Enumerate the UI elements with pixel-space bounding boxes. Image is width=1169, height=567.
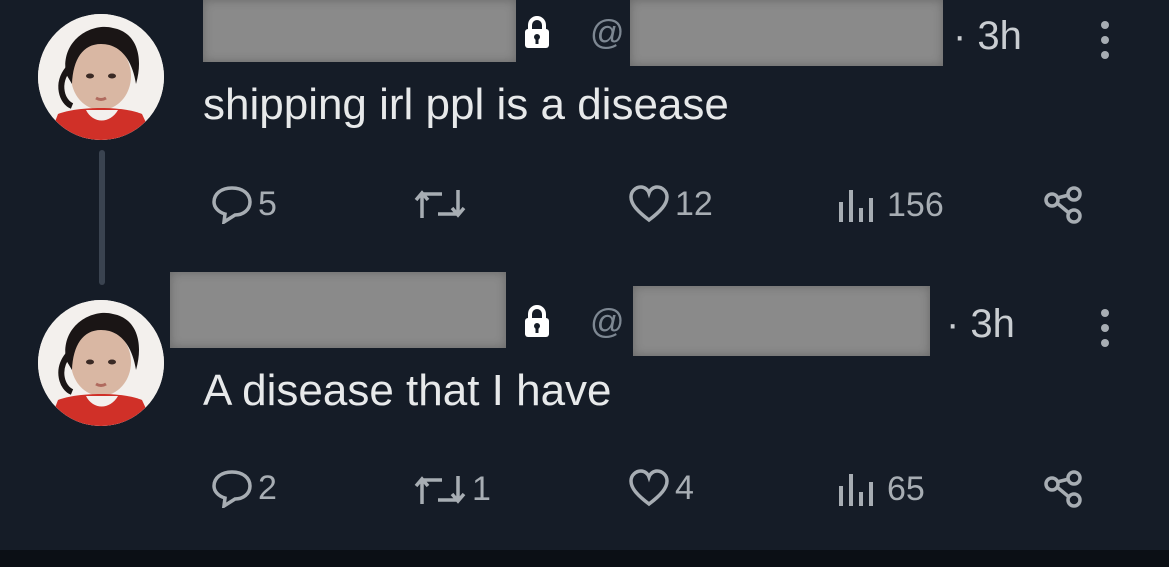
retweet-icon bbox=[414, 190, 466, 218]
retweet-icon bbox=[414, 475, 466, 504]
thread-line bbox=[99, 150, 105, 285]
tweet-1[interactable]: @ · 3h shipping irl ppl is a disease 5 1… bbox=[0, 0, 1169, 285]
views-count: 65 bbox=[887, 470, 925, 508]
avatar[interactable] bbox=[38, 14, 164, 140]
like-button[interactable]: 4 bbox=[627, 468, 694, 508]
handle-at: @ bbox=[590, 14, 625, 52]
tweet-text: shipping irl ppl is a disease bbox=[203, 80, 729, 129]
lock-icon bbox=[525, 305, 549, 337]
views-count: 156 bbox=[887, 186, 944, 224]
timestamp[interactable]: · 3h bbox=[946, 302, 1015, 347]
bottom-edge bbox=[0, 550, 1169, 567]
reply-button[interactable]: 2 bbox=[210, 468, 277, 508]
views-icon bbox=[839, 189, 873, 222]
like-icon bbox=[629, 185, 669, 223]
handle-at: @ bbox=[590, 303, 625, 341]
views-button[interactable]: 65 bbox=[835, 470, 925, 509]
reply-button[interactable]: 5 bbox=[210, 184, 277, 224]
more-icon[interactable] bbox=[1100, 308, 1110, 348]
timestamp[interactable]: · 3h bbox=[953, 14, 1022, 59]
redacted-handle bbox=[633, 286, 930, 356]
avatar[interactable] bbox=[38, 300, 164, 426]
reply-icon bbox=[212, 186, 252, 224]
like-count: 4 bbox=[675, 468, 694, 507]
share-icon[interactable] bbox=[1042, 470, 1086, 510]
redacted-display-name bbox=[203, 0, 516, 62]
views-button[interactable]: 156 bbox=[835, 186, 944, 225]
reply-icon bbox=[212, 470, 252, 508]
like-button[interactable]: 12 bbox=[627, 184, 713, 224]
redacted-handle bbox=[630, 0, 943, 66]
views-icon bbox=[839, 473, 873, 506]
retweet-count: 1 bbox=[472, 470, 491, 508]
tweet-text: A disease that I have bbox=[203, 366, 612, 415]
lock-icon bbox=[525, 16, 549, 48]
share-icon[interactable] bbox=[1042, 186, 1086, 226]
retweet-button[interactable]: 1 bbox=[412, 470, 491, 509]
tweet-2[interactable]: @ · 3h A disease that I have 2 1 4 65 bbox=[0, 270, 1169, 550]
redacted-display-name bbox=[170, 272, 506, 348]
reply-count: 2 bbox=[258, 468, 277, 507]
reply-count: 5 bbox=[258, 184, 277, 223]
retweet-button[interactable] bbox=[412, 186, 472, 222]
more-icon[interactable] bbox=[1100, 20, 1110, 60]
like-count: 12 bbox=[675, 184, 713, 223]
like-icon bbox=[629, 469, 669, 507]
